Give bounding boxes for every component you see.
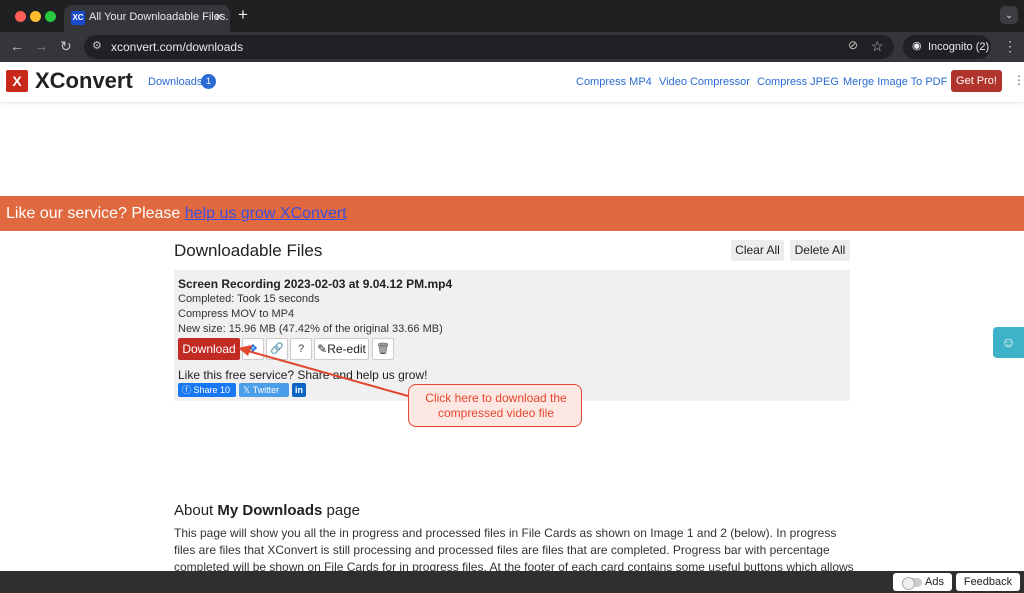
- site-logo-text[interactable]: XConvert: [35, 68, 133, 94]
- facebook-icon: ⓕ: [182, 385, 194, 395]
- trash-icon[interactable]: 🗑: [372, 338, 394, 360]
- callout-text: Click here to download the compressed vi…: [425, 391, 567, 420]
- browser-tab-bar: XC All Your Downloadable Files. × + ⌄: [0, 0, 1024, 32]
- address-bar[interactable]: ⚙ xconvert.com/downloads ⊘ ☆: [84, 35, 894, 59]
- file-card: Screen Recording 2023-02-03 at 9.04.12 P…: [174, 270, 850, 401]
- file-name: Screen Recording 2023-02-03 at 9.04.12 P…: [178, 277, 453, 291]
- share-prompt: Like this free service? Share and help u…: [178, 368, 428, 382]
- feedback-button[interactable]: Feedback: [956, 573, 1020, 591]
- ads-toggle[interactable]: Ads: [893, 573, 952, 591]
- nav-link-merge-image-to-pdf[interactable]: Merge Image To PDF: [843, 76, 947, 88]
- incognito-label: Incognito (2): [928, 41, 990, 53]
- header-more-icon[interactable]: ⋮: [1013, 73, 1024, 87]
- eye-off-icon[interactable]: ⊘: [848, 38, 858, 52]
- dropbox-icon[interactable]: ❖: [242, 338, 264, 360]
- back-arrow-icon[interactable]: ←: [10, 38, 24, 54]
- edit-icon: ✎: [317, 342, 328, 356]
- url-text: xconvert.com/downloads: [111, 40, 244, 54]
- page-title: Downloadable Files: [174, 241, 323, 260]
- nav-downloads-link[interactable]: Downloads: [148, 76, 202, 88]
- browser-tab[interactable]: XC All Your Downloadable Files. ×: [64, 5, 230, 32]
- file-operation: Compress MOV to MP4: [178, 308, 295, 320]
- nav-link-compress-mp4[interactable]: Compress MP4: [576, 76, 652, 88]
- twitter-share-button[interactable]: 𝕏 Twitter: [239, 383, 289, 397]
- file-status: Completed: Took 15 seconds: [178, 293, 320, 305]
- about-heading-suffix: page: [322, 502, 360, 519]
- downloads-count-badge: 1: [201, 74, 216, 89]
- help-icon[interactable]: ?: [290, 338, 312, 360]
- about-heading-prefix: About: [174, 502, 218, 519]
- reload-icon[interactable]: ↻: [60, 38, 72, 55]
- minimize-window-button[interactable]: [30, 11, 41, 22]
- copy-link-icon[interactable]: 🔗: [266, 338, 288, 360]
- facebook-share-button[interactable]: ⓕ Share 10: [178, 383, 236, 397]
- toggle-switch-icon[interactable]: [902, 577, 922, 590]
- tab-title: All Your Downloadable Files.: [89, 11, 229, 23]
- maximize-window-button[interactable]: [45, 11, 56, 22]
- close-window-button[interactable]: [15, 11, 26, 22]
- bookmark-star-icon[interactable]: ☆: [871, 38, 884, 55]
- tab-search-button[interactable]: ⌄: [1000, 6, 1018, 24]
- forward-arrow-icon[interactable]: →: [34, 38, 48, 54]
- incognito-icon: ◉: [912, 40, 922, 52]
- twitter-share-label: Twitter: [252, 385, 280, 395]
- x-icon: 𝕏: [243, 385, 253, 395]
- get-pro-button[interactable]: Get Pro!: [951, 70, 1002, 92]
- incognito-indicator[interactable]: ◉ Incognito (2): [903, 35, 991, 59]
- bottom-bar: Ads Feedback: [0, 571, 1024, 593]
- linkedin-share-button[interactable]: in: [292, 383, 306, 397]
- support-banner: Like our service? Please help us grow XC…: [0, 196, 1024, 231]
- about-heading-bold: My Downloads: [217, 502, 323, 519]
- clear-all-button[interactable]: Clear All: [731, 240, 784, 261]
- browser-menu-icon[interactable]: ⋮: [1003, 38, 1017, 55]
- file-new-size: New size: 15.96 MB (47.42% of the origin…: [178, 323, 443, 335]
- tab-close-icon[interactable]: ×: [215, 9, 223, 24]
- browser-toolbar: ← → ↻ ⚙ xconvert.com/downloads ⊘ ☆ ◉ Inc…: [0, 32, 1024, 62]
- download-callout: Click here to download the compressed vi…: [408, 384, 582, 427]
- banner-text: Like our service? Please help us grow XC…: [6, 205, 347, 223]
- xconvert-favicon-icon: XC: [71, 11, 85, 25]
- banner-prefix: Like our service? Please: [6, 205, 185, 222]
- re-edit-button[interactable]: ✎Re-edit: [314, 338, 369, 360]
- chat-help-icon[interactable]: ☺: [993, 327, 1024, 358]
- site-settings-icon[interactable]: ⚙: [92, 39, 102, 52]
- download-button[interactable]: Download: [178, 338, 240, 360]
- facebook-share-label: Share 10: [193, 385, 231, 395]
- ads-label: Ads: [925, 576, 944, 588]
- about-heading: About My Downloads page: [174, 502, 360, 519]
- nav-link-video-compressor[interactable]: Video Compressor: [659, 76, 750, 88]
- help-us-grow-link[interactable]: help us grow XConvert: [185, 205, 347, 222]
- re-edit-label: Re-edit: [327, 342, 366, 356]
- site-header: X XConvert Downloads 1 Compress MP4 Vide…: [0, 62, 1024, 102]
- delete-all-button[interactable]: Delete All: [790, 240, 850, 261]
- xconvert-logo-icon[interactable]: X: [6, 70, 28, 92]
- new-tab-button[interactable]: +: [238, 5, 248, 25]
- nav-link-compress-jpeg[interactable]: Compress JPEG: [757, 76, 839, 88]
